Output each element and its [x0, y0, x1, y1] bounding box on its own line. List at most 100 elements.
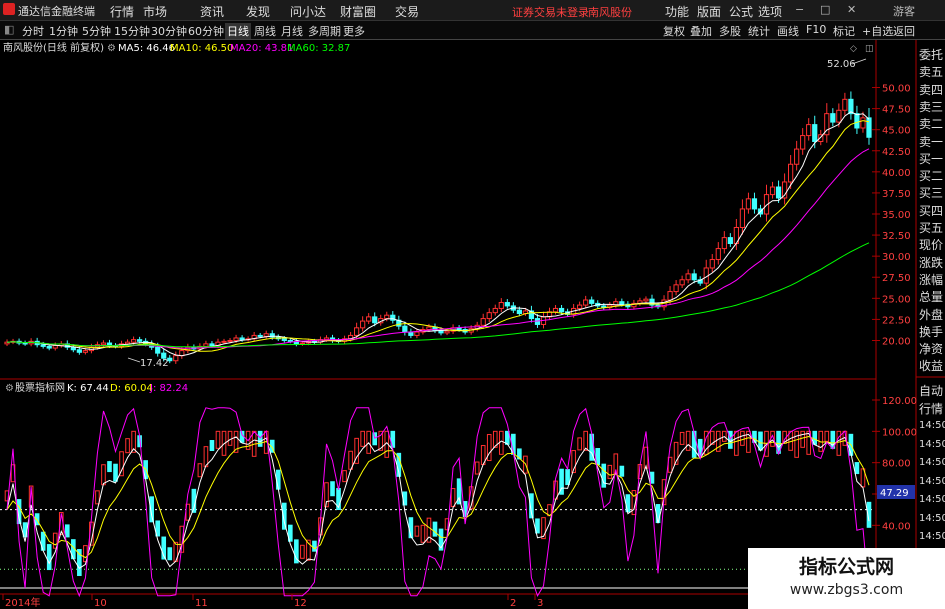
tool-mark[interactable]: 标记 [833, 23, 855, 39]
menu-item-wealth[interactable]: 财富圈 [340, 3, 376, 20]
diamond-icon[interactable]: ◇ [850, 44, 857, 54]
x-tick-label: 12 [294, 598, 307, 609]
close-icon[interactable]: ✕ [847, 3, 856, 16]
order-label[interactable]: 卖一 [919, 133, 943, 150]
menu-item-news[interactable]: 资讯 [200, 3, 224, 20]
menu-item-discover[interactable]: 发现 [246, 3, 270, 20]
period-weekly[interactable]: 周线 [254, 23, 276, 39]
order-label[interactable]: 总量 [919, 288, 943, 305]
period-daily[interactable]: 日线 [225, 23, 251, 39]
order-label[interactable]: 行情 [919, 400, 943, 417]
y-tick-label: 45.00 [882, 126, 911, 137]
kdj-k-label: K: 67.44 [67, 383, 109, 394]
indicator-settings-icon[interactable]: ⚙ [5, 383, 14, 394]
tool-draw[interactable]: 画线 [777, 23, 799, 39]
order-label[interactable]: 收益 [919, 357, 943, 374]
menu-layout[interactable]: 版面 [697, 3, 721, 20]
order-label[interactable]: 买一 [919, 150, 943, 167]
candle-body [354, 327, 360, 336]
period-monthly[interactable]: 月线 [281, 23, 303, 39]
guest-label[interactable]: 游客 [893, 3, 915, 19]
panel-expand-icon[interactable]: ◫ [865, 44, 874, 54]
panel-toggle-icon[interactable]: ◧ [4, 23, 14, 36]
period-more[interactable]: 更多 [343, 23, 365, 39]
order-label[interactable]: 买五 [919, 219, 943, 236]
kline-chart-area[interactable]: 南风股份(日线 前复权) ⚙ MA5: 46.46 MA10: 46.50 MA… [0, 40, 945, 609]
period-15min[interactable]: 15分钟 [114, 23, 150, 39]
ma-settings-icon[interactable]: ⚙ [107, 43, 116, 54]
candle-body [830, 113, 836, 123]
order-label[interactable]: 买四 [919, 202, 943, 219]
moving-average-lines [6, 111, 870, 357]
menu-item-market[interactable]: 市场 [143, 3, 167, 20]
candle-body [558, 307, 565, 313]
order-label[interactable]: 现价 [919, 236, 943, 253]
restore-icon[interactable]: □ [820, 3, 830, 16]
indicator-bar [577, 437, 582, 451]
indicator-bar [498, 430, 504, 455]
order-label[interactable]: 涨幅 [919, 271, 943, 288]
tool-stats[interactable]: 统计 [748, 23, 770, 39]
period-1min[interactable]: 1分钟 [49, 23, 78, 39]
candle-body [577, 304, 583, 309]
candle-body [360, 320, 366, 329]
candle-body [492, 307, 498, 314]
indicator-bar [420, 524, 426, 543]
tool-adjust[interactable]: 复权 [663, 23, 685, 39]
candle-body [486, 312, 492, 320]
order-label[interactable]: 卖四 [919, 81, 943, 98]
order-label[interactable]: 自动 [919, 382, 943, 399]
order-label[interactable]: 卖五 [919, 63, 943, 80]
tool-multi-stock[interactable]: 多股 [719, 23, 741, 39]
order-label[interactable]: 委托 [919, 46, 943, 63]
period-60min[interactable]: 60分钟 [188, 23, 224, 39]
tool-f10[interactable]: F10 [806, 23, 826, 36]
order-label[interactable]: 外盘 [919, 306, 943, 323]
tool-add-watchlist[interactable]: +自选 [862, 23, 893, 39]
period-fenshi[interactable]: 分时 [22, 23, 44, 39]
y-tick-label: 42.50 [882, 147, 911, 158]
time-label: 14:50 [919, 438, 945, 450]
order-label[interactable]: 换手 [919, 323, 943, 340]
candle-body [727, 237, 733, 245]
candle-body [498, 302, 504, 309]
indicator-bar [854, 462, 860, 475]
minimize-icon[interactable]: − [795, 3, 804, 16]
menu-function[interactable]: 功能 [665, 3, 689, 20]
indicator-bar [414, 525, 420, 537]
ma60-label: MA60: 32.87 [287, 43, 350, 54]
time-label: 14:50 [919, 420, 945, 431]
candle-body [130, 339, 137, 343]
order-label[interactable]: 涨跌 [919, 254, 943, 271]
order-label[interactable]: 买三 [919, 184, 943, 201]
login-notice[interactable]: 证券交易未登录 [512, 4, 589, 20]
order-book-panel: 委托 卖五 卖四 卖三 卖二 卖一 买一 买二 买三 买四 买五 现价 涨跌 涨幅 总量 外盘 换手 净资 收益自动… [917, 40, 945, 609]
candle-body [70, 346, 76, 351]
indicator-bar [197, 463, 203, 478]
period-5min[interactable]: 5分钟 [82, 23, 111, 39]
order-label[interactable]: 净资 [919, 340, 943, 357]
title-bar: 通达信金融终端 行情 市场 资讯 发现 问小达 财富圈 交易 证券交易未登录 南… [0, 0, 945, 21]
period-multi[interactable]: 多周期 [308, 23, 341, 39]
order-label[interactable]: 买二 [919, 167, 943, 184]
time-label: 14:50 [919, 457, 945, 468]
indicator-bar [685, 430, 691, 451]
menu-item-assistant[interactable]: 问小达 [290, 3, 326, 20]
candle-body [685, 273, 691, 281]
kdj-line-k [6, 432, 870, 569]
tool-back[interactable]: 返回 [893, 23, 915, 39]
menu-formula[interactable]: 公式 [729, 3, 753, 20]
order-label[interactable]: 卖三 [919, 98, 943, 115]
indicator-bar [728, 430, 733, 449]
candle-body [52, 345, 58, 349]
indicator-bar [64, 524, 70, 538]
menu-item-trade[interactable]: 交易 [395, 3, 419, 20]
menu-item-quotes[interactable]: 行情 [110, 3, 134, 20]
tool-overlay[interactable]: 叠加 [690, 23, 712, 39]
menu-options[interactable]: 选项 [758, 3, 782, 20]
kdj-lines [6, 407, 870, 598]
candle-body [366, 316, 372, 322]
period-30min[interactable]: 30分钟 [151, 23, 187, 39]
y-tick-label: 35.00 [882, 210, 911, 221]
order-label[interactable]: 卖二 [919, 115, 943, 132]
